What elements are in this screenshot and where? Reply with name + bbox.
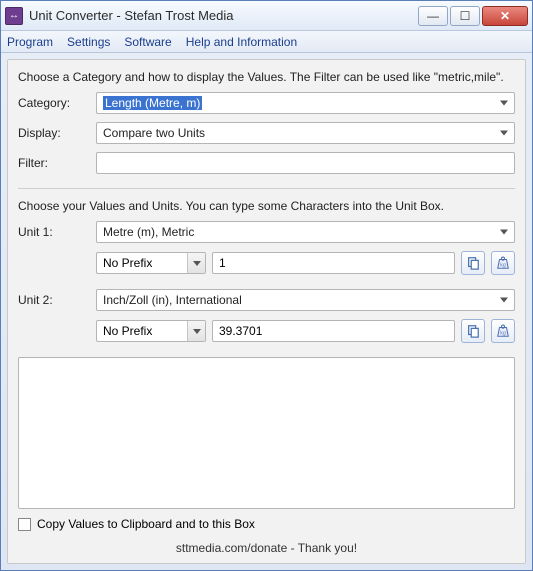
copy-icon	[466, 324, 480, 338]
category-dropdown[interactable]: Length (Metre, m)	[96, 92, 515, 114]
filter-input[interactable]	[96, 152, 515, 174]
display-label: Display:	[18, 126, 90, 140]
unit1-prefix-dropdown[interactable]: No Prefix	[96, 252, 206, 274]
window-title: Unit Converter - Stefan Trost Media	[29, 8, 418, 23]
weight-icon: kg	[496, 256, 510, 270]
unit1-dropdown[interactable]: Metre (m), Metric	[96, 221, 515, 243]
units-intro: Choose your Values and Units. You can ty…	[18, 199, 515, 213]
unit1-prefix-value: No Prefix	[103, 256, 152, 270]
weight-icon: kg	[496, 324, 510, 338]
svg-text:kg: kg	[500, 263, 506, 269]
unit1-value: Metre (m), Metric	[103, 225, 194, 239]
unit2-label: Unit 2:	[18, 293, 90, 307]
unit1-copy-button[interactable]	[461, 251, 485, 275]
divider	[18, 188, 515, 189]
app-window: ↔ Unit Converter - Stefan Trost Media — …	[0, 0, 533, 571]
chevron-down-icon	[187, 253, 205, 273]
display-dropdown[interactable]: Compare two Units	[96, 122, 515, 144]
menu-help[interactable]: Help and Information	[186, 35, 297, 49]
unit2-weight-button[interactable]: kg	[491, 319, 515, 343]
filter-label: Filter:	[18, 156, 90, 170]
chevron-down-icon	[500, 298, 508, 303]
unit2-value: Inch/Zoll (in), International	[103, 293, 242, 307]
minimize-button[interactable]: —	[418, 6, 448, 26]
menu-program[interactable]: Program	[7, 35, 53, 49]
footer-text: sttmedia.com/donate - Thank you!	[18, 535, 515, 559]
app-icon: ↔	[5, 7, 23, 25]
menu-software[interactable]: Software	[124, 35, 171, 49]
unit2-amount-value: 39.3701	[219, 324, 262, 338]
unit1-amount-input[interactable]: 1	[212, 252, 455, 274]
window-controls: — ☐ ✕	[418, 6, 528, 26]
chevron-down-icon	[187, 321, 205, 341]
close-button[interactable]: ✕	[482, 6, 528, 26]
unit2-amount-input[interactable]: 39.3701	[212, 320, 455, 342]
unit2-copy-button[interactable]	[461, 319, 485, 343]
title-bar: ↔ Unit Converter - Stefan Trost Media — …	[1, 1, 532, 31]
unit1-label: Unit 1:	[18, 225, 90, 239]
category-label: Category:	[18, 96, 90, 110]
result-box[interactable]	[18, 357, 515, 509]
copy-values-checkbox[interactable]	[18, 518, 31, 531]
chevron-down-icon	[500, 101, 508, 106]
client-area: Choose a Category and how to display the…	[7, 59, 526, 564]
chevron-down-icon	[500, 230, 508, 235]
unit2-prefix-dropdown[interactable]: No Prefix	[96, 320, 206, 342]
unit2-dropdown[interactable]: Inch/Zoll (in), International	[96, 289, 515, 311]
menu-bar: Program Settings Software Help and Infor…	[1, 31, 532, 53]
unit1-amount-value: 1	[219, 256, 226, 270]
category-value: Length (Metre, m)	[103, 96, 202, 110]
copy-icon	[466, 256, 480, 270]
category-intro: Choose a Category and how to display the…	[18, 70, 515, 84]
menu-settings[interactable]: Settings	[67, 35, 110, 49]
unit2-prefix-value: No Prefix	[103, 324, 152, 338]
svg-text:kg: kg	[500, 331, 506, 337]
display-value: Compare two Units	[103, 126, 205, 140]
copy-values-label: Copy Values to Clipboard and to this Box	[37, 517, 255, 531]
maximize-button[interactable]: ☐	[450, 6, 480, 26]
unit1-weight-button[interactable]: kg	[491, 251, 515, 275]
chevron-down-icon	[500, 131, 508, 136]
